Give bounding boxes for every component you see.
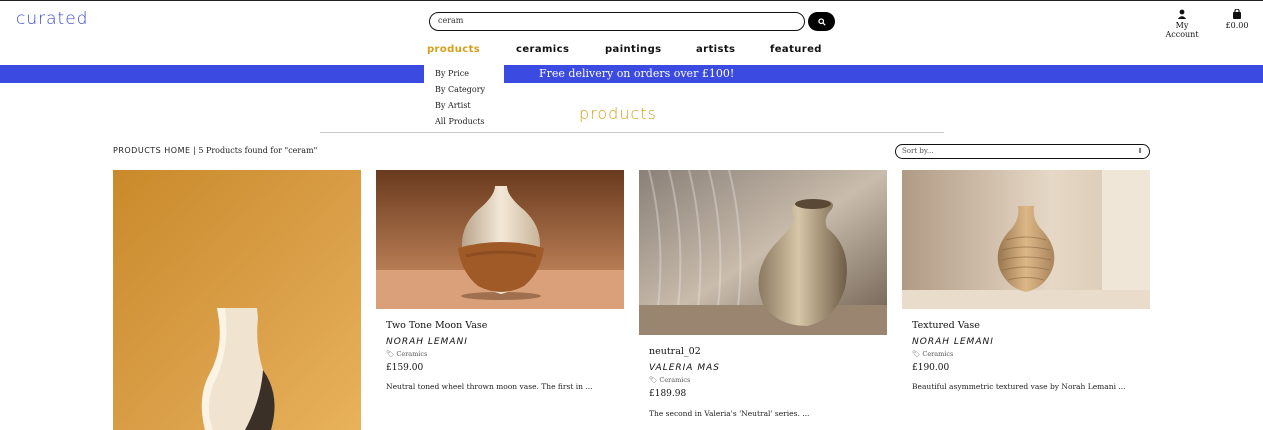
title-divider (320, 132, 944, 133)
product-title[interactable]: neutral_02 (649, 346, 701, 357)
product-title[interactable]: Textured Vase (912, 320, 980, 331)
nav-paintings[interactable]: paintings (605, 44, 662, 55)
search-button[interactable] (808, 12, 835, 31)
account-label: My Account (1165, 21, 1199, 39)
dropdown-item-by-price[interactable]: By Price (435, 69, 504, 85)
site-logo[interactable]: curated (16, 9, 88, 29)
search-input[interactable]: ceram (429, 12, 805, 31)
product-category[interactable]: 🏷 Ceramics (912, 350, 953, 358)
product-description: The second in Valeria's 'Neutral' series… (649, 409, 810, 418)
sort-select[interactable]: Sort by... ⇕ (895, 144, 1150, 159)
cart-link[interactable]: £0.00 (1222, 9, 1252, 30)
product-artist[interactable]: valeria mas (649, 363, 720, 373)
nav-products[interactable]: products (427, 44, 480, 55)
product-image[interactable] (639, 170, 887, 335)
user-icon (1177, 9, 1187, 19)
product-image[interactable] (376, 170, 624, 309)
product-title[interactable]: Two Tone Moon Vase (386, 320, 487, 331)
delivery-banner-text: Free delivery on orders over £100! (539, 67, 735, 80)
product-description: Neutral toned wheel thrown moon vase. Th… (386, 382, 593, 391)
product-artist[interactable]: norah lemani (912, 337, 994, 347)
nav-featured[interactable]: featured (770, 44, 822, 55)
cart-total: £0.00 (1225, 21, 1249, 30)
nav-ceramics[interactable]: ceramics (516, 44, 569, 55)
search-icon (817, 17, 826, 26)
product-category[interactable]: 🏷 Ceramics (386, 350, 427, 358)
product-price: £189.98 (649, 389, 687, 399)
dropdown-item-all-products[interactable]: All Products (435, 117, 504, 133)
product-category[interactable]: 🏷 Ceramics (649, 376, 690, 384)
results-count: 5 Products found for "ceram" (198, 146, 318, 155)
product-image[interactable] (113, 170, 361, 430)
dropdown-item-by-category[interactable]: By Category (435, 85, 504, 101)
tag-icon: 🏷 (912, 350, 921, 358)
page-title: products (579, 104, 657, 123)
products-dropdown-menu: By Price By Category By Artist All Produ… (424, 64, 504, 132)
product-image[interactable] (902, 170, 1150, 309)
product-artist[interactable]: norah lemani (386, 337, 468, 347)
sort-arrows-icon: ⇕ (1137, 147, 1143, 155)
tag-icon: 🏷 (649, 376, 658, 384)
sort-placeholder: Sort by... (902, 147, 934, 155)
top-border (0, 0, 1263, 1)
product-description: Beautiful asymmetric textured vase by No… (912, 382, 1126, 391)
tag-icon: 🏷 (386, 350, 395, 358)
breadcrumb-home-link[interactable]: products home (113, 146, 191, 155)
product-price: £159.00 (386, 363, 424, 373)
dropdown-item-by-artist[interactable]: By Artist (435, 101, 504, 117)
nav-artists[interactable]: artists (696, 44, 735, 55)
shopping-bag-icon (1233, 9, 1241, 19)
breadcrumb: products home | 5 Products found for "ce… (113, 146, 317, 155)
product-price: £190.00 (912, 363, 950, 373)
account-link[interactable]: My Account (1158, 9, 1206, 39)
